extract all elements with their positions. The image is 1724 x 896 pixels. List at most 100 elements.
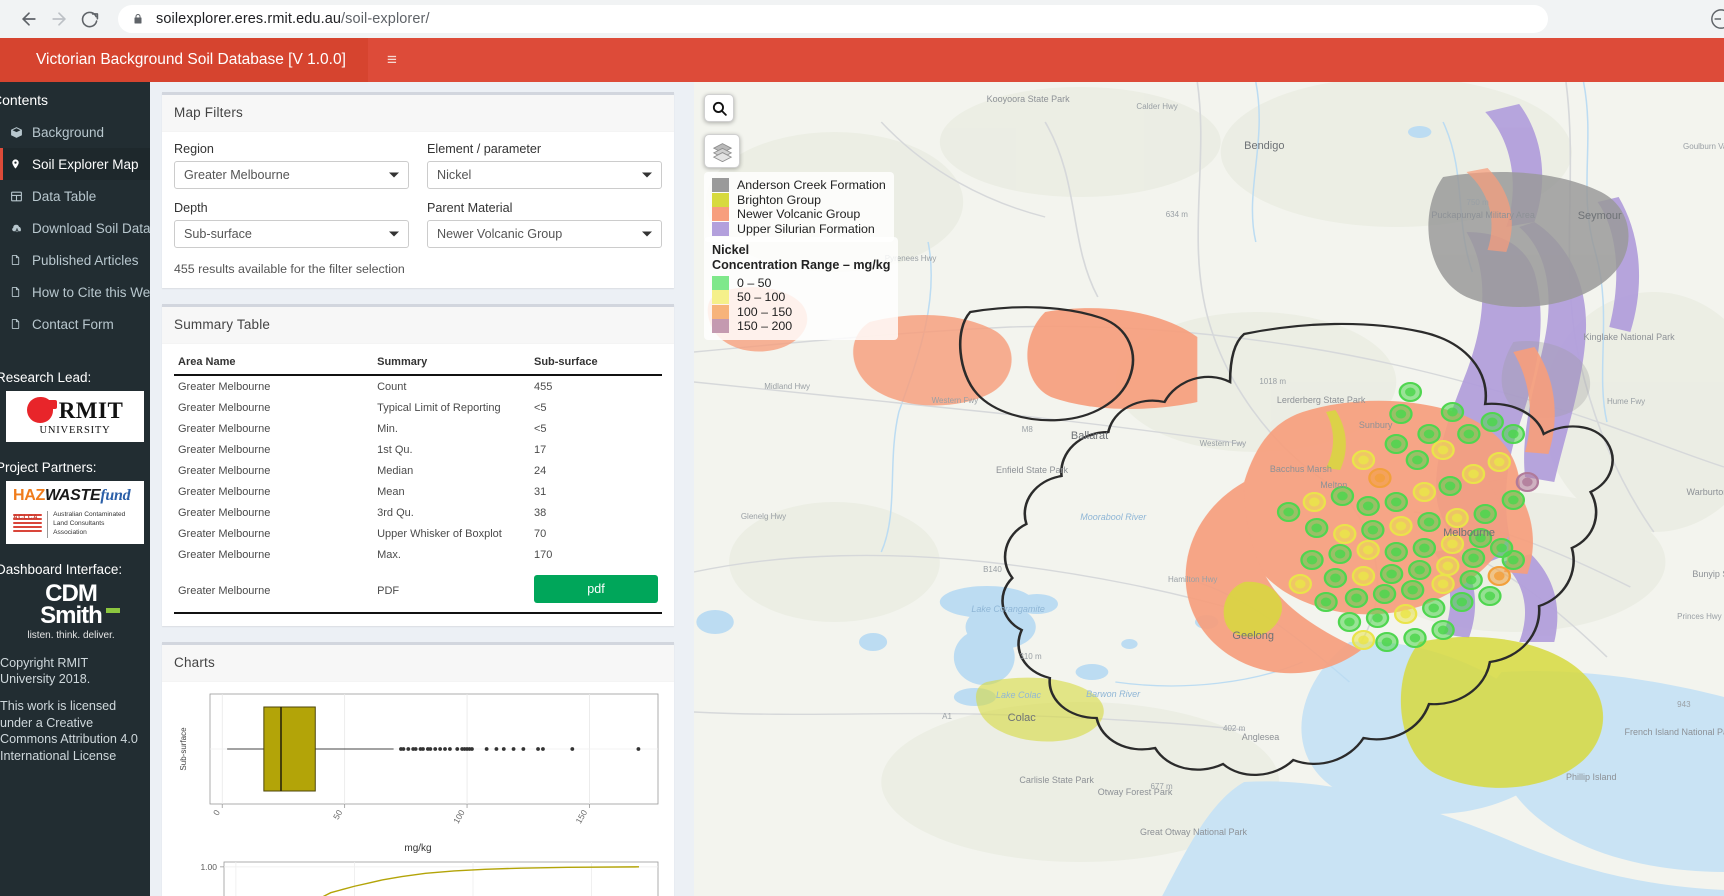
legend-color-swatch — [712, 207, 729, 222]
soil-sample-point-core — [1412, 455, 1423, 465]
element-select[interactable]: Nickel — [427, 161, 662, 189]
soil-sample-point-core — [1496, 543, 1507, 553]
x-axis-label-text: mg/kg — [404, 842, 432, 854]
cell-area-name: Greater Melbourne — [178, 443, 271, 456]
soil-sample-point-core — [1358, 635, 1369, 645]
summary-table-panel: Summary Table Area Name Summary Sub-surf… — [162, 304, 674, 626]
cell-pdf-action: pdf — [530, 565, 662, 613]
summary-table-body: Area Name Summary Sub-surface Greater Me… — [162, 344, 674, 626]
soil-sample-point-core — [1320, 597, 1332, 607]
boxplot-outlier — [421, 746, 425, 751]
lock-icon — [132, 12, 144, 26]
map-filters-header: Map Filters — [162, 95, 674, 132]
sidebar-item-data-table[interactable]: Data Table — [0, 180, 150, 212]
legend-label: 0 – 50 — [737, 275, 772, 290]
legend-item: 100 – 150 — [712, 305, 890, 320]
soil-sample-point-core — [1437, 445, 1449, 455]
legend-color-swatch — [712, 319, 729, 334]
parent-material-select[interactable]: Newer Volcanic Group — [427, 220, 662, 248]
hazwaste-part2: WASTE — [44, 487, 101, 504]
sidebar-item-label: Soil Explorer Map — [32, 156, 139, 172]
app-title: Victorian Background Soil Database [V 1.… — [0, 38, 368, 82]
cdm-smith-logo: CDM Smith listen. think. deliver. — [0, 581, 150, 641]
sidebar-item-label: Background — [32, 124, 105, 140]
soil-sample-point-core — [1330, 573, 1341, 583]
soil-sample-point-core — [1362, 545, 1374, 555]
nickel-legend-title-1: Nickel — [712, 243, 750, 257]
region-select[interactable]: Greater Melbourne — [174, 161, 409, 189]
research-lead-block: Research Lead: RMIT UNIVERSITY — [0, 366, 150, 442]
soil-explorer-map[interactable]: Kooyoora State Park Bendigo Calder Hwy Puck… — [686, 82, 1724, 896]
column-header-area-name: Area Name — [174, 352, 374, 376]
map-search-button[interactable] — [704, 94, 734, 122]
x-tick-label: 150 — [573, 807, 589, 825]
legend-color-swatch — [712, 290, 729, 305]
soil-sample-point-core — [1447, 539, 1458, 549]
cell-summary-metric: Mean — [377, 485, 405, 498]
cell-area-name: Greater Melbourne — [178, 380, 271, 393]
sidebar-item-soil-explorer-map[interactable]: Soil Explorer Map — [0, 148, 150, 180]
map-filters-title: Map Filters — [174, 105, 243, 120]
soil-sample-point-core — [1405, 387, 1416, 397]
element-field: Element / parameter Nickel — [427, 142, 662, 189]
parent-material-value: Newer Volcanic Group — [437, 227, 563, 241]
sidebar-item-label: Published Articles — [32, 252, 139, 268]
soil-sample-point-core — [1339, 529, 1351, 539]
cloud-download-icon — [10, 222, 32, 235]
url-text: soilexplorer.eres.rmit.edu.au/soil-explo… — [156, 11, 430, 27]
back-button[interactable] — [14, 4, 44, 34]
rmit-logo-row: RMIT — [26, 397, 124, 423]
browser-toolbar: soilexplorer.eres.rmit.edu.au/soil-explo… — [0, 0, 1724, 38]
pdf-download-button[interactable]: pdf — [534, 575, 658, 603]
url-path: /soil-explorer/ — [341, 11, 430, 27]
partner-logos: HAZWASTEfund ACLCA Australian Contaminat… — [6, 481, 144, 544]
soil-sample-point-core — [1372, 613, 1383, 623]
sidebar-item-download-soil-database[interactable]: Download Soil Database — [0, 212, 150, 244]
boxplot-outlier — [455, 746, 460, 751]
cell-area-name: Greater Melbourne — [178, 506, 271, 519]
hazwaste-part3: fund — [100, 487, 131, 504]
charts-panel: Charts 0 50 100 150 Sub-surface mg/kg 0.500.… — [162, 641, 674, 896]
soil-sample-point-core — [1475, 533, 1486, 543]
sidebar-item-contact-form[interactable]: Contact Form — [0, 308, 150, 340]
sidebar-item-background[interactable]: Background — [0, 116, 150, 148]
reload-button[interactable] — [74, 4, 104, 34]
x-tick-label: 50 — [331, 807, 345, 820]
map-layers-button[interactable] — [704, 134, 740, 168]
sidebar-item-how-to-cite[interactable]: How to Cite this Website — [0, 276, 150, 308]
boxplot-outlier — [484, 746, 489, 751]
table-row: Greater Melbourne 1st Qu. 17 — [174, 439, 662, 460]
forward-arrow-icon — [52, 12, 66, 26]
sidebar-copyright: Copyright RMIT University 2018. This wor… — [0, 655, 150, 765]
sidebar-item-label: Contact Form — [32, 316, 114, 332]
boxplot-outlier — [511, 746, 516, 751]
profile-icon[interactable] — [1710, 8, 1724, 30]
rmit-mark-icon — [26, 397, 57, 423]
legend-item: Upper Silurian Formation — [712, 222, 886, 237]
map-filters-body: Region Greater Melbourne Depth Sub-surfa… — [162, 132, 674, 288]
sidebar-toggle-button[interactable]: ≡ — [368, 38, 416, 82]
boxplot-outlier — [443, 746, 447, 751]
sidebar-item-published-articles[interactable]: Published Articles — [0, 244, 150, 276]
soil-sample-point-core — [1423, 517, 1435, 527]
boxplot-outlier — [413, 746, 418, 751]
nickel-legend-title-2: Concentration Range – mg/kg — [712, 257, 891, 272]
forward-button[interactable] — [44, 4, 74, 34]
legend-color-swatch — [712, 221, 729, 236]
cell-sub-surface-value: 24 — [533, 464, 547, 477]
legend-item: Brighton Group — [712, 193, 886, 208]
address-bar[interactable]: soilexplorer.eres.rmit.edu.au/soil-explo… — [118, 5, 1548, 33]
table-row: Greater Melbourne Min. <5 — [174, 418, 662, 439]
depth-select[interactable]: Sub-surface — [174, 220, 409, 248]
depth-value: Sub-surface — [184, 227, 252, 241]
soil-sample-point-core — [1508, 495, 1519, 505]
boxplot-outlier — [401, 746, 406, 751]
geology-legend: Anderson Creek Formation Brighton Group Ne… — [704, 172, 894, 242]
soil-sample-point-core — [1374, 473, 1386, 483]
legend-item: 50 – 100 — [712, 290, 890, 305]
soil-sample-point-core — [1465, 575, 1477, 585]
research-lead-title: Research Lead: — [0, 370, 92, 385]
y-tick-label: 1.00 — [200, 861, 217, 871]
cell-summary-metric: 3rd Qu. — [377, 506, 414, 519]
hazwaste-part1: HAZ — [13, 487, 45, 504]
